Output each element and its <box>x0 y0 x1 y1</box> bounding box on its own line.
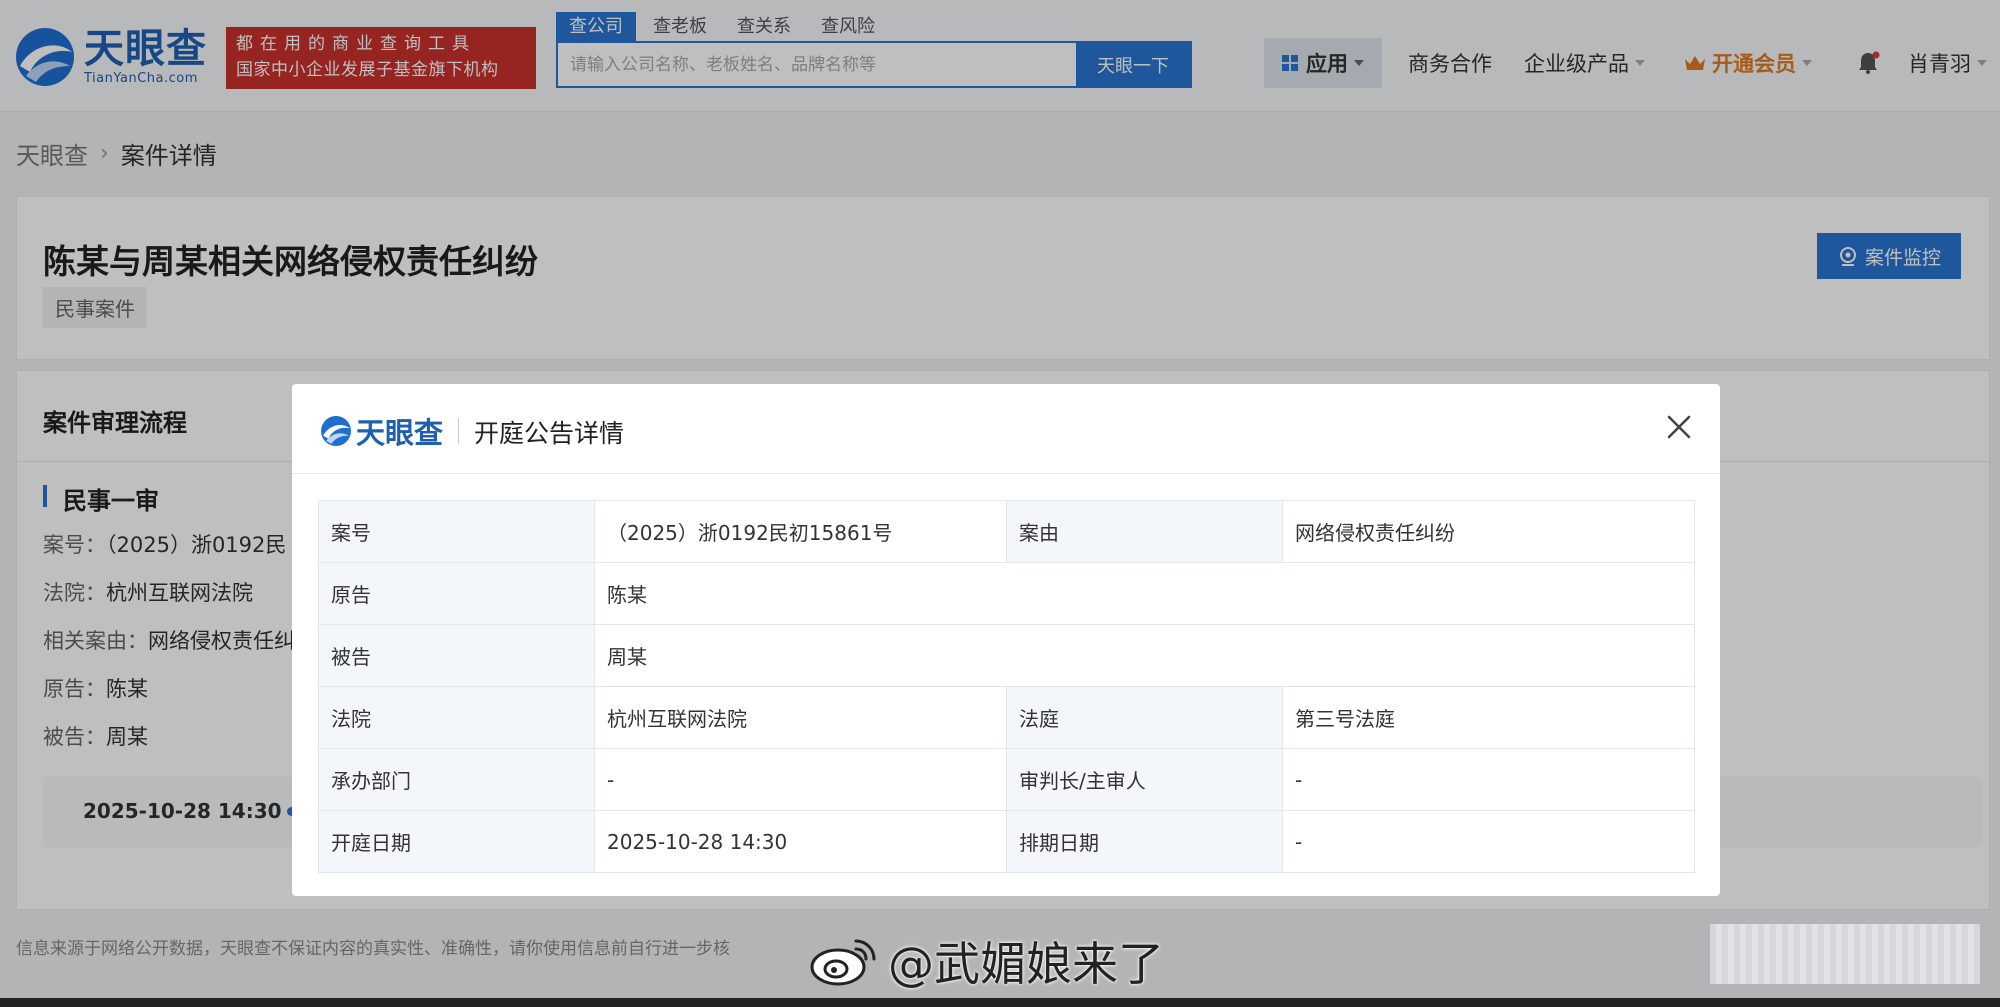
row-value: 第三号法庭 <box>1282 686 1695 749</box>
modal-header: 天眼查 开庭公告详情 <box>292 384 1720 474</box>
row-value: 周某 <box>594 624 1695 687</box>
hearing-notice-modal: 天眼查 开庭公告详情 案号 （2025）浙0192民初15861号 案由 网络侵… <box>292 384 1720 896</box>
row-label: 审判长/主审人 <box>1006 748 1283 811</box>
row-label: 法庭 <box>1006 686 1283 749</box>
table-row: 开庭日期 2025-10-28 14:30 排期日期 - <box>318 810 1695 873</box>
hearing-detail-table: 案号 （2025）浙0192民初15861号 案由 网络侵权责任纠纷 原告 陈某… <box>318 500 1695 873</box>
row-label: 排期日期 <box>1006 810 1283 873</box>
close-icon[interactable] <box>1662 410 1696 444</box>
row-label: 被告 <box>318 624 595 687</box>
table-row: 原告 陈某 <box>318 562 1695 625</box>
row-label: 法院 <box>318 686 595 749</box>
table-row: 承办部门 - 审判长/主审人 - <box>318 748 1695 811</box>
modal-title: 开庭公告详情 <box>474 419 625 448</box>
watermark-text: @武媚娘来了 <box>888 937 1164 991</box>
table-row: 法院 杭州互联网法院 法庭 第三号法庭 <box>318 686 1695 749</box>
row-label: 原告 <box>318 562 595 625</box>
row-value: 网络侵权责任纠纷 <box>1282 500 1695 563</box>
row-value: （2025）浙0192民初15861号 <box>594 500 1007 563</box>
watermark: @武媚娘来了 <box>808 928 1164 994</box>
table-row: 被告 周某 <box>318 624 1695 687</box>
blurred-region <box>1710 924 1980 984</box>
row-value: 2025-10-28 14:30 <box>594 810 1007 873</box>
divider <box>458 418 459 444</box>
weibo-icon <box>810 939 876 986</box>
table-row: 案号 （2025）浙0192民初15861号 案由 网络侵权责任纠纷 <box>318 500 1695 563</box>
tianyancha-eye-icon <box>321 416 351 446</box>
bottom-bar <box>0 998 2000 1007</box>
row-value: 杭州互联网法院 <box>594 686 1007 749</box>
modal-logo-text: 天眼查 <box>356 416 444 450</box>
row-label: 开庭日期 <box>318 810 595 873</box>
row-label: 案由 <box>1006 500 1283 563</box>
row-value: - <box>594 748 1007 811</box>
row-value: - <box>1282 748 1695 811</box>
row-value: 陈某 <box>594 562 1695 625</box>
modal-logo: 天眼查 <box>320 410 443 452</box>
row-value: - <box>1282 810 1695 873</box>
row-label: 案号 <box>318 500 595 563</box>
row-label: 承办部门 <box>318 748 595 811</box>
